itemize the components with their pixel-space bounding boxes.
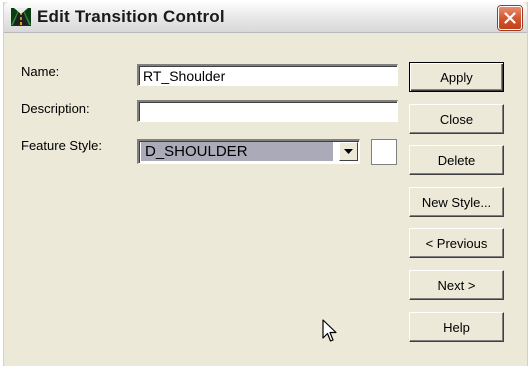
feature-style-value: D_SHOULDER (141, 142, 333, 161)
feature-style-select[interactable]: D_SHOULDER (137, 139, 360, 164)
close-window-button[interactable] (498, 6, 522, 30)
mouse-pointer-icon (322, 319, 337, 342)
close-button[interactable]: Close (409, 104, 504, 134)
road-icon (11, 8, 31, 26)
description-label: Description: (21, 101, 90, 116)
name-input[interactable]: RT_Shoulder (137, 64, 398, 86)
new-style-button[interactable]: New Style... (409, 187, 504, 217)
next-button[interactable]: Next > (409, 270, 504, 300)
delete-button[interactable]: Delete (409, 145, 504, 175)
name-label: Name: (21, 64, 60, 79)
help-button[interactable]: Help (409, 312, 504, 342)
color-swatch[interactable] (371, 139, 397, 165)
dropdown-button[interactable] (339, 142, 358, 161)
apply-button[interactable]: Apply (409, 62, 504, 92)
previous-button[interactable]: < Previous (409, 228, 504, 258)
feature-style-label: Feature Style: (21, 138, 102, 153)
window-title: Edit Transition Control (37, 7, 225, 26)
chevron-down-icon (344, 148, 353, 154)
dialog-window: Edit Transition Control Name: RT_Shoulde… (3, 2, 528, 366)
description-input[interactable] (137, 100, 398, 122)
close-icon (504, 12, 516, 24)
title-bar[interactable]: Edit Transition Control (4, 2, 527, 33)
